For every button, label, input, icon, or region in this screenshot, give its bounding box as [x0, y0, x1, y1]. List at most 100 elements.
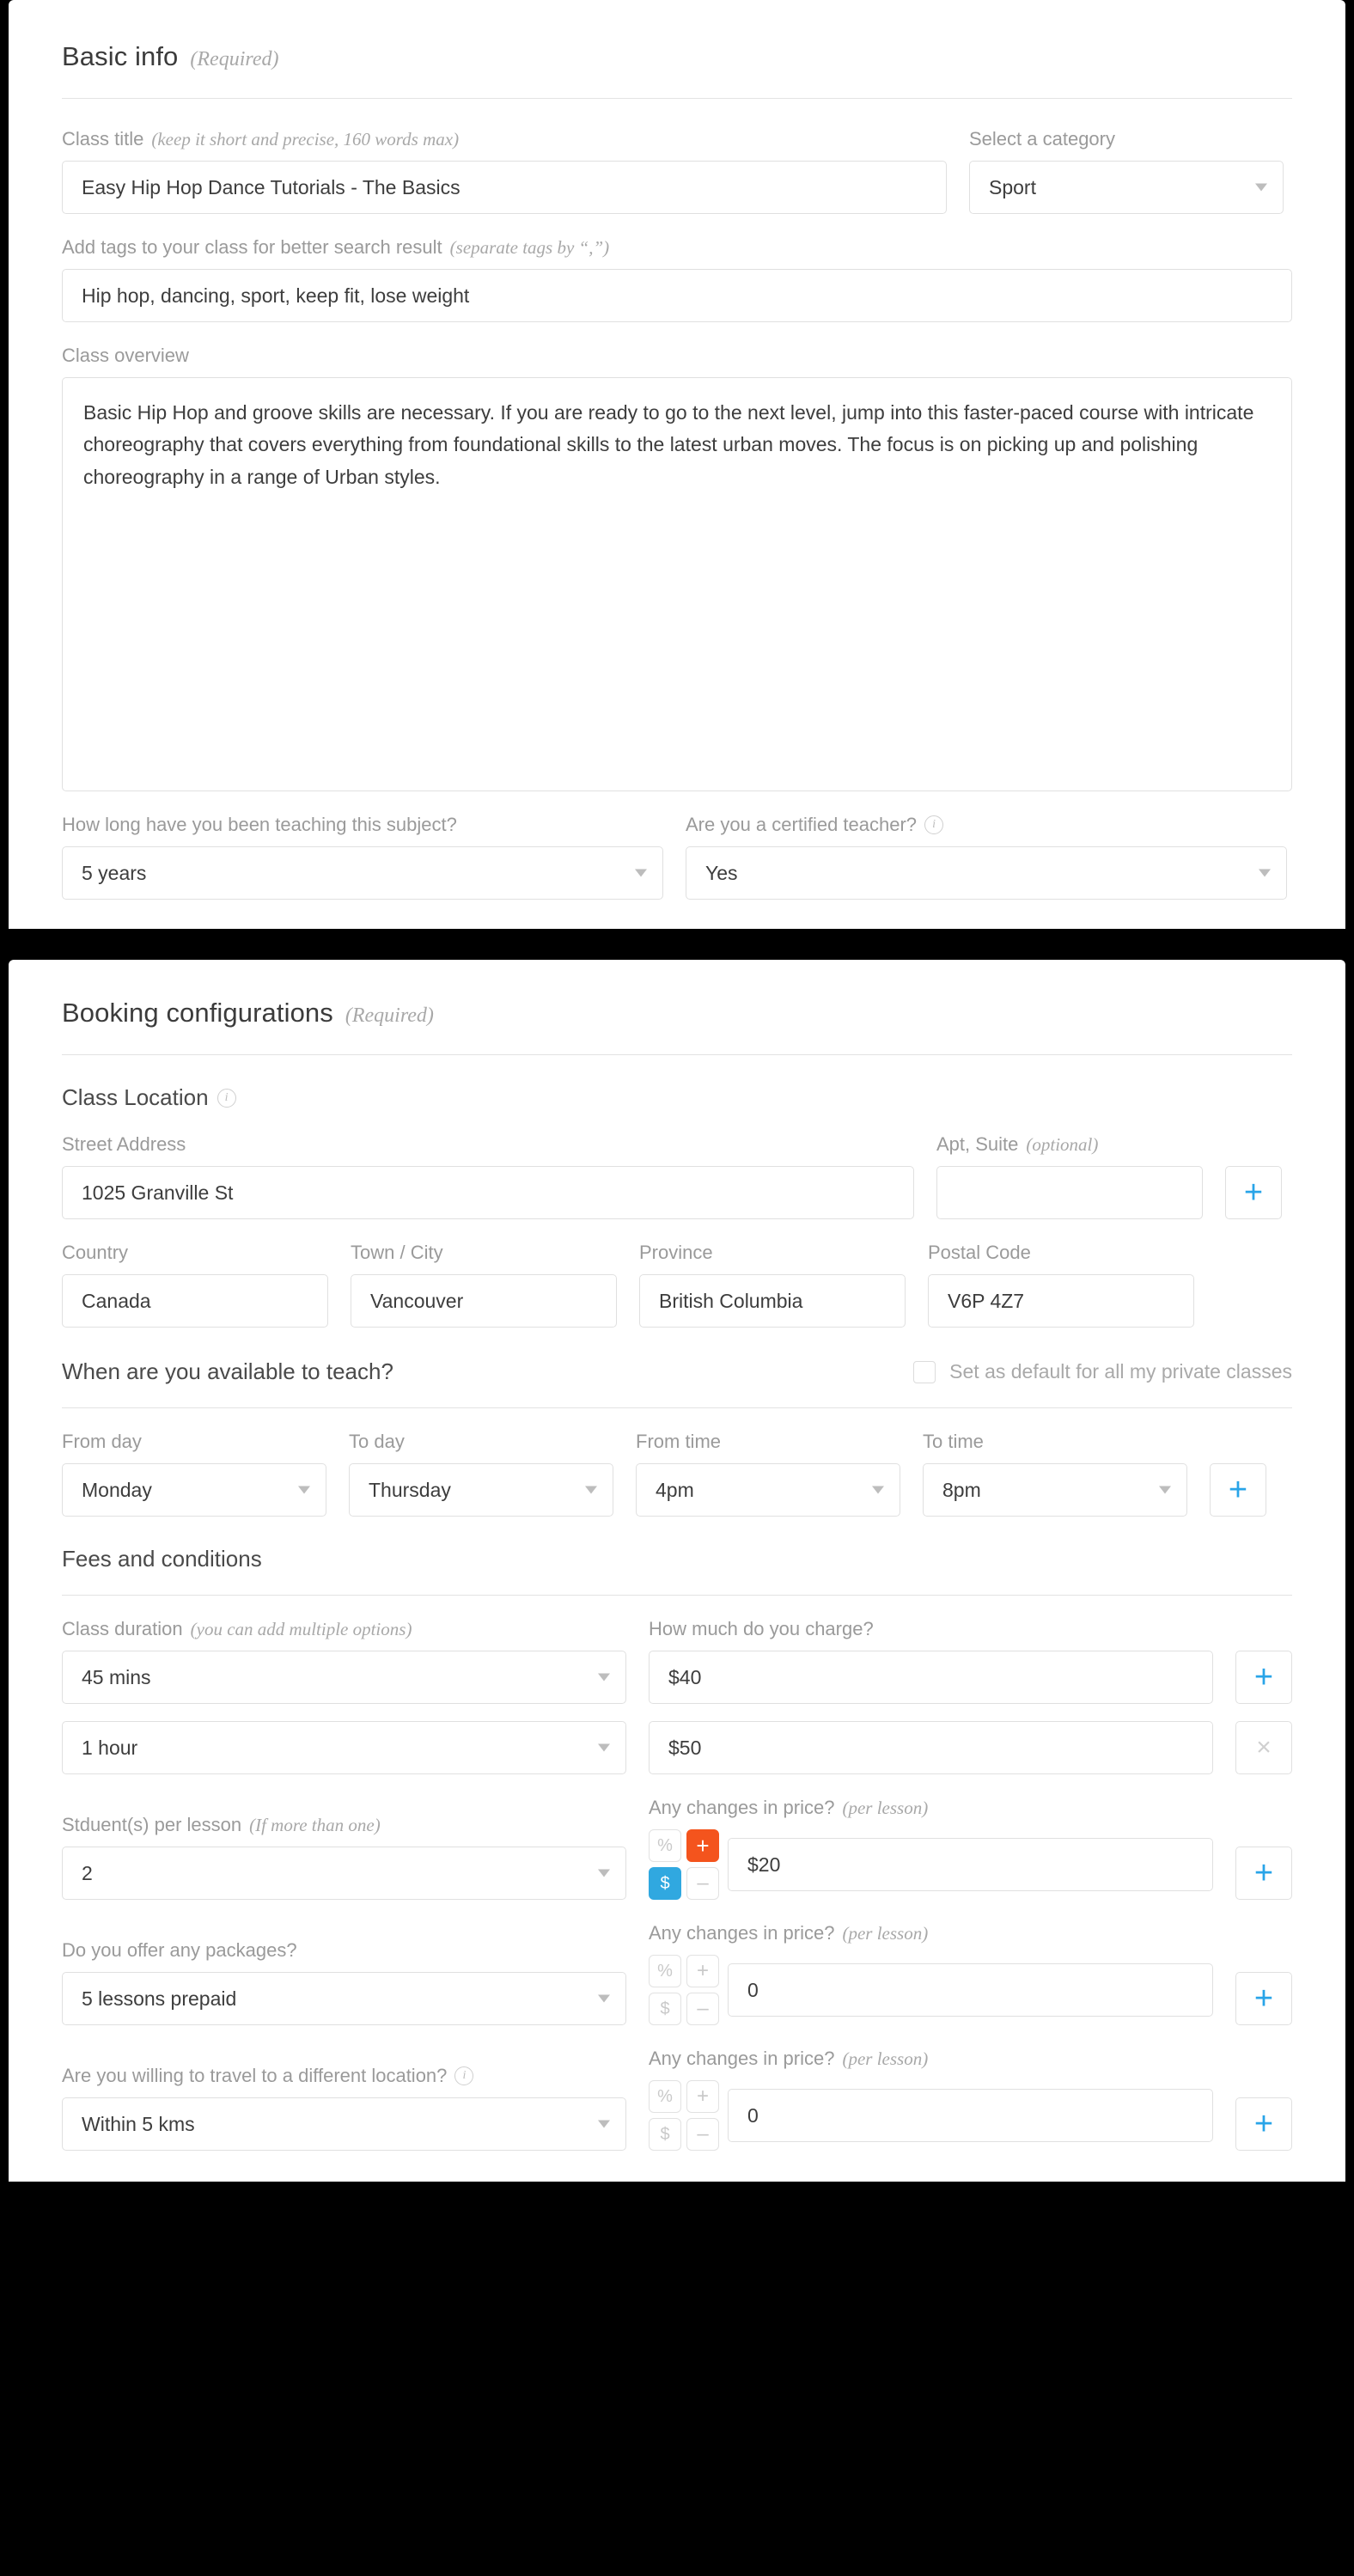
category-select[interactable]: Sport [969, 161, 1284, 214]
set-as-default-checkbox[interactable] [913, 1360, 936, 1383]
students-per-lesson-group: Stduent(s) per lesson (If more than one)… [62, 1814, 626, 1900]
fees-heading: Fees and conditions [62, 1517, 1292, 1572]
city-label: Town / City [351, 1242, 443, 1263]
chevron-down-icon [598, 1994, 610, 2003]
teaching-duration-select[interactable]: 5 years [62, 846, 663, 900]
overview-group: Class overview Basic Hip Hop and groove … [62, 345, 1292, 791]
class-duration-hint: (you can add multiple options) [190, 1618, 412, 1639]
increase-toggle[interactable]: + [686, 1829, 719, 1862]
students-price-input[interactable]: $20 [728, 1838, 1213, 1891]
travel-group: Are you willing to travel to a different… [62, 2065, 626, 2151]
travel-value: Within 5 kms [82, 2112, 195, 2135]
remove-duration-button[interactable]: × [1235, 1721, 1292, 1774]
packages-select[interactable]: 5 lessons prepaid [62, 1972, 626, 2025]
dollar-toggle[interactable]: $ [649, 2118, 681, 2151]
packages-price-input[interactable]: 0 [728, 1963, 1213, 2017]
class-duration-select-2[interactable]: 1 hour [62, 1721, 626, 1774]
percent-toggle[interactable]: % [649, 2080, 681, 2113]
availability-row: From day Monday To day Thursday From tim… [62, 1431, 1292, 1517]
certified-teacher-select[interactable]: Yes [686, 846, 1287, 900]
apt-suite-input[interactable] [936, 1166, 1203, 1219]
students-per-lesson-label: Stduent(s) per lesson (If more than one) [62, 1814, 626, 1836]
add-packages-price-button[interactable]: + [1235, 1972, 1292, 2025]
to-time-value: 8pm [942, 1478, 981, 1501]
info-icon[interactable]: i [924, 815, 944, 834]
province-label: Province [639, 1242, 713, 1263]
from-day-group: From day Monday [62, 1431, 326, 1517]
travel-price-label-text: Any changes in price? [649, 2048, 835, 2069]
certified-teacher-value: Yes [705, 861, 738, 884]
from-day-value: Monday [82, 1478, 152, 1501]
travel-price-value: 0 [747, 2103, 759, 2127]
country-input[interactable]: Canada [62, 1274, 328, 1328]
duration-charge-row-1: Class duration (you can add multiple opt… [62, 1618, 1292, 1704]
class-duration-value-2: 1 hour [82, 1736, 138, 1759]
to-day-select[interactable]: Thursday [349, 1463, 613, 1517]
apt-suite-label: Apt, Suite (optional) [936, 1133, 1203, 1156]
from-time-value: 4pm [656, 1478, 694, 1501]
add-address-button[interactable]: + [1225, 1166, 1282, 1219]
charge-label: How much do you charge? [649, 1618, 874, 1639]
city-group: Town / City Vancouver [351, 1242, 617, 1328]
info-icon[interactable]: i [217, 1088, 236, 1108]
students-per-lesson-select[interactable]: 2 [62, 1847, 626, 1900]
street-address-row: Street Address 1025 Granville St Apt, Su… [62, 1133, 1292, 1219]
charge-value-2: $50 [668, 1736, 702, 1759]
from-day-select[interactable]: Monday [62, 1463, 326, 1517]
increase-toggle[interactable]: + [686, 2080, 719, 2113]
packages-price-value: 0 [747, 1978, 759, 2001]
postal-code-input[interactable]: V6P 4Z7 [928, 1274, 1194, 1328]
percent-toggle[interactable]: % [649, 1955, 681, 1987]
tags-input[interactable]: Hip hop, dancing, sport, keep fit, lose … [62, 269, 1292, 322]
teaching-duration-label: How long have you been teaching this sub… [62, 814, 457, 835]
info-icon[interactable]: i [454, 2066, 474, 2085]
charge-input-2[interactable]: $50 [649, 1721, 1213, 1774]
travel-label-text: Are you willing to travel to a different… [62, 2065, 448, 2086]
chevron-down-icon [598, 1673, 610, 1682]
class-title-input[interactable]: Easy Hip Hop Dance Tutorials - The Basic… [62, 161, 947, 214]
province-input[interactable]: British Columbia [639, 1274, 906, 1328]
postal-code-value: V6P 4Z7 [948, 1289, 1025, 1312]
page-bottom-bar [0, 2182, 1354, 2190]
street-address-input[interactable]: 1025 Granville St [62, 1166, 914, 1219]
students-price-toggles: % + $ – [649, 1829, 719, 1900]
add-availability-button[interactable]: + [1210, 1463, 1266, 1517]
decrease-toggle[interactable]: – [686, 2118, 719, 2151]
street-address-label: Street Address [62, 1133, 186, 1155]
street-address-group: Street Address 1025 Granville St [62, 1133, 914, 1219]
dollar-toggle[interactable]: $ [649, 1867, 681, 1900]
percent-toggle[interactable]: % [649, 1829, 681, 1862]
travel-price-input[interactable]: 0 [728, 2089, 1213, 2142]
students-price-group: Any changes in price? (per lesson) % + $… [649, 1797, 1213, 1900]
class-duration-select[interactable]: 45 mins [62, 1651, 626, 1704]
decrease-toggle[interactable]: – [686, 1867, 719, 1900]
increase-toggle[interactable]: + [686, 1955, 719, 1987]
add-students-price-button[interactable]: + [1235, 1847, 1292, 1900]
decrease-toggle[interactable]: – [686, 1993, 719, 2025]
add-duration-button[interactable]: + [1235, 1651, 1292, 1704]
from-time-label: From time [636, 1431, 721, 1452]
set-as-default-checkbox-row[interactable]: Set as default for all my private classe… [913, 1360, 1292, 1383]
class-duration-group: Class duration (you can add multiple opt… [62, 1618, 626, 1704]
dollar-toggle[interactable]: $ [649, 1993, 681, 2025]
charge-value: $40 [668, 1665, 702, 1688]
add-travel-price-button[interactable]: + [1235, 2097, 1292, 2151]
chevron-down-icon [298, 1486, 310, 1494]
tags-hint: (separate tags by “,”) [449, 236, 610, 258]
to-time-select[interactable]: 8pm [923, 1463, 1187, 1517]
travel-select[interactable]: Within 5 kms [62, 2097, 626, 2151]
students-per-lesson-label-text: Stduent(s) per lesson [62, 1814, 242, 1835]
students-per-lesson-value: 2 [82, 1861, 93, 1884]
packages-label: Do you offer any packages? [62, 1939, 297, 1961]
from-time-select[interactable]: 4pm [636, 1463, 900, 1517]
packages-price-label-text: Any changes in price? [649, 1922, 835, 1944]
category-label: Select a category [969, 128, 1115, 150]
tags-value: Hip hop, dancing, sport, keep fit, lose … [82, 284, 470, 307]
overview-textarea[interactable]: Basic Hip Hop and groove skills are nece… [62, 377, 1292, 791]
basic-info-header: Basic info (Required) [62, 22, 1292, 72]
class-location-heading: Class Location i [62, 1055, 1292, 1111]
charge-input[interactable]: $40 [649, 1651, 1213, 1704]
city-input[interactable]: Vancouver [351, 1274, 617, 1328]
packages-price-controls: % + $ – 0 [649, 1955, 1213, 2025]
booking-title: Booking configurations [62, 998, 333, 1028]
